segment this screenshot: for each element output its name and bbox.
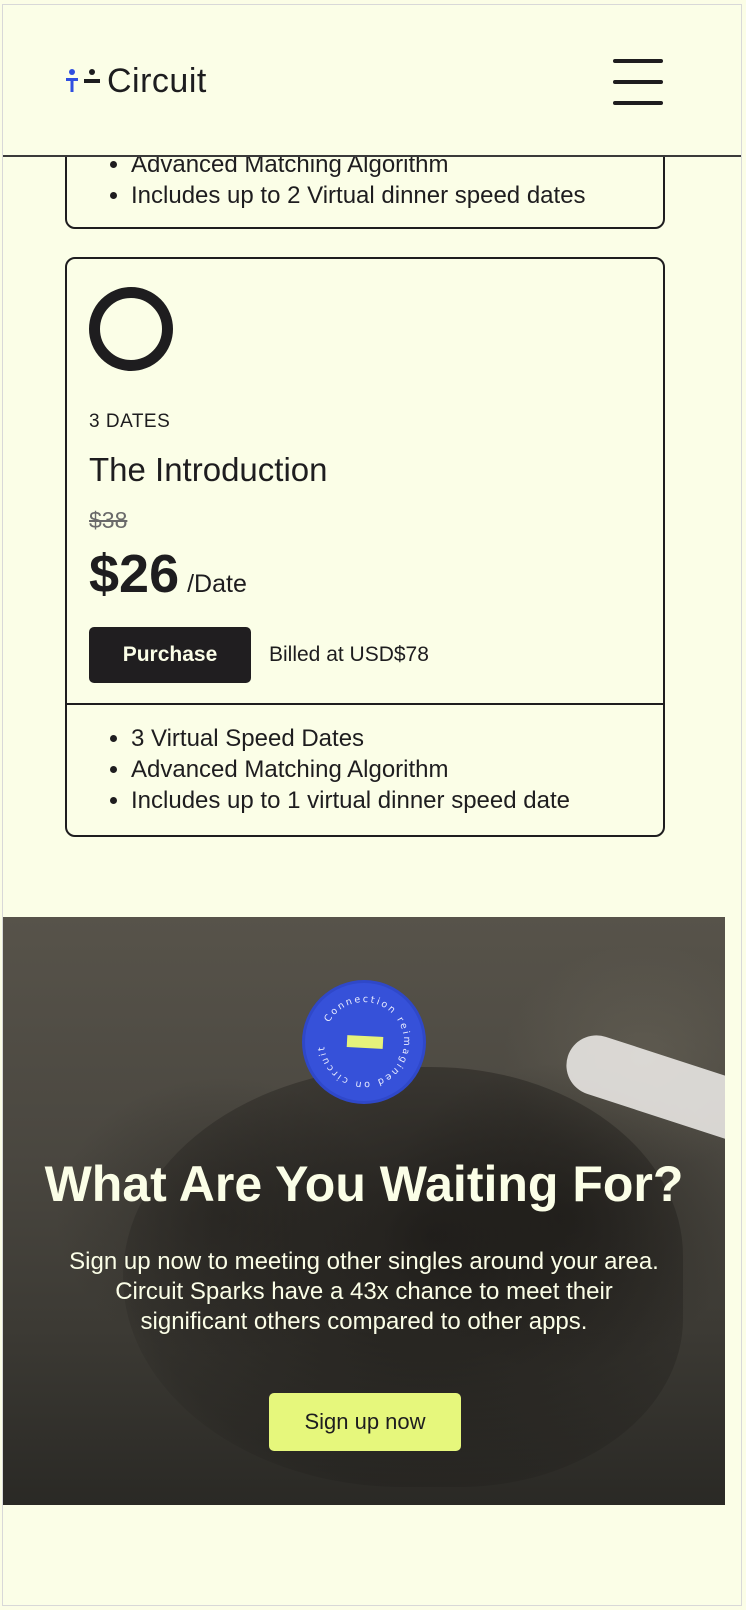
hamburger-icon[interactable]	[613, 59, 663, 105]
logo-mark-icon	[65, 66, 101, 96]
logo[interactable]: Circuit	[65, 61, 207, 101]
purchase-button[interactable]: Purchase	[89, 627, 251, 683]
plan-features: 3 Virtual Speed Dates Advanced Matching …	[131, 723, 570, 816]
plan-price-row: $26 /Date	[89, 543, 247, 605]
feature-item: Includes up to 1 virtual dinner speed da…	[131, 785, 570, 816]
cta-section: Connection reimagined on circuit What Ar…	[3, 917, 725, 1505]
plan-old-price: $38	[89, 507, 128, 533]
ring-icon	[89, 287, 173, 371]
plan-dates-label: 3 DATES	[89, 411, 171, 432]
plan-card: 3 DATES The Introduction $38 $26 /Date P…	[65, 257, 665, 837]
logo-text: Circuit	[107, 61, 207, 100]
sign-up-button[interactable]: Sign up now	[269, 1393, 461, 1451]
billed-text: Billed at USD$78	[269, 643, 429, 666]
plan-price-unit: /Date	[187, 570, 247, 598]
cta-title: What Are You Waiting For?	[44, 1156, 684, 1212]
feature-item: Advanced Matching Algorithm	[131, 754, 570, 785]
page: Advanced Matching Algorithm Includes up …	[2, 4, 742, 1606]
feature-item: 3 Virtual Speed Dates	[131, 723, 570, 754]
feature-item: Includes up to 2 Virtual dinner speed da…	[131, 180, 586, 211]
plan-title: The Introduction	[89, 451, 328, 488]
plan-card-top: 3 DATES The Introduction $38 $26 /Date P…	[67, 259, 663, 705]
plan-price: $26	[89, 544, 180, 604]
badge-dash-icon	[346, 1035, 384, 1049]
badge-seal: Connection reimagined on circuit	[305, 983, 423, 1101]
site-header: Circuit	[3, 5, 741, 157]
previous-plan-features: Advanced Matching Algorithm Includes up …	[131, 149, 586, 211]
cta-description: Sign up now to meeting other singles aro…	[69, 1248, 659, 1335]
